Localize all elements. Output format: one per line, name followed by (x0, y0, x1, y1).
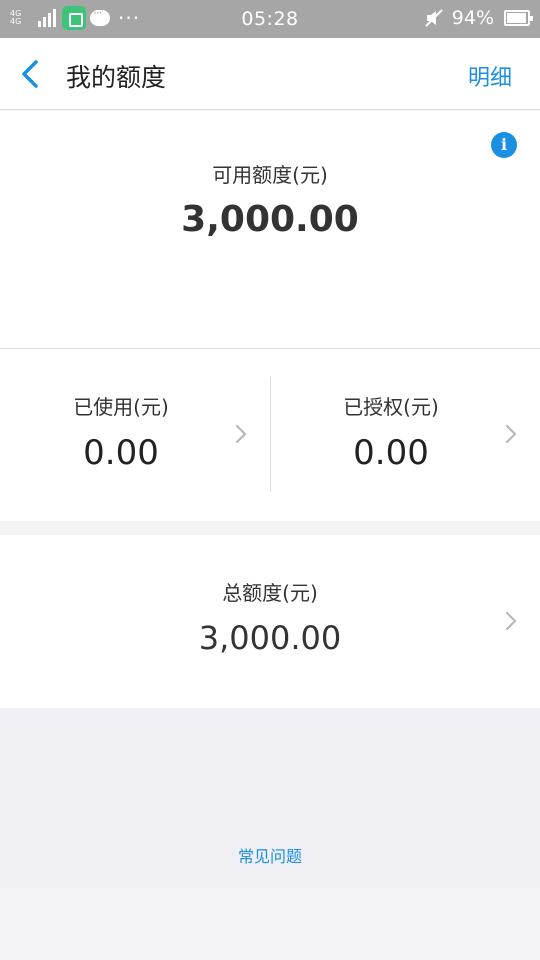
status-bar: 4G 4G ··· 05:28 94% (0, 0, 540, 38)
battery-percent: 94% (451, 7, 494, 29)
mute-icon (425, 9, 443, 27)
faq-link[interactable]: 常见问题 (0, 843, 540, 867)
chevron-right-icon (505, 424, 517, 444)
total-credit-label: 总额度(元) (222, 581, 318, 605)
used-credit-value: 0.00 (83, 433, 159, 473)
info-icon[interactable]: i (491, 132, 517, 158)
available-credit-card: i 可用额度(元) 3,000.00 (0, 111, 540, 348)
authorized-credit-item[interactable]: 已授权(元) 0.00 (270, 349, 540, 522)
used-authorized-section: 已使用(元) 0.00 已授权(元) 0.00 (0, 348, 540, 521)
total-credit-value: 3,000.00 (198, 619, 342, 657)
status-right-icons: 94% (424, 7, 533, 29)
available-credit-amount: 3,000.00 (181, 199, 359, 240)
total-credit-item[interactable]: 总额度(元) 3,000.00 (0, 535, 540, 708)
used-credit-label: 已使用(元) (73, 395, 169, 419)
chevron-left-icon (22, 60, 38, 88)
faq-section: 常见问题 (0, 708, 540, 888)
available-credit-label: 可用额度(元) (212, 163, 328, 187)
battery-icon (504, 10, 533, 26)
nav-bar: 我的额度 明细 (0, 38, 540, 110)
used-credit-item[interactable]: 已使用(元) 0.00 (0, 349, 270, 522)
authorized-credit-value: 0.00 (353, 433, 429, 473)
chevron-right-icon (505, 611, 517, 631)
authorized-credit-label: 已授权(元) (343, 395, 439, 419)
page-title: 我的额度 (66, 63, 167, 92)
back-button[interactable] (14, 56, 50, 92)
chevron-right-icon (235, 424, 247, 444)
detail-button[interactable]: 明细 (468, 60, 512, 92)
